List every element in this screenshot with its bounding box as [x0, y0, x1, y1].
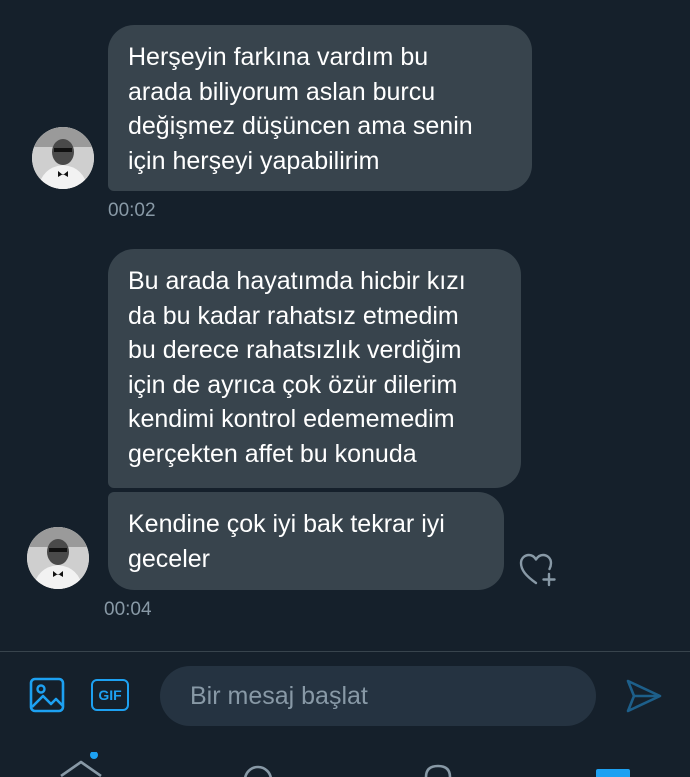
message-bubble[interactable]: Kendine çok iyi bak tekrar iyi geceler	[108, 492, 504, 590]
avatar[interactable]	[27, 527, 89, 589]
message-composer: GIF Bir mesaj başlat	[0, 652, 690, 752]
heart-plus-icon[interactable]	[518, 552, 558, 588]
avatar-image	[27, 527, 89, 589]
avatar-image	[32, 127, 94, 189]
dm-conversation: Herşeyin farkına vardım bu arada biliyor…	[0, 0, 690, 777]
home-icon[interactable]	[58, 751, 104, 777]
send-icon[interactable]	[625, 678, 663, 714]
gif-button[interactable]: GIF	[91, 679, 129, 711]
search-icon[interactable]	[240, 752, 276, 777]
image-icon[interactable]	[29, 677, 65, 713]
gif-label: GIF	[98, 687, 122, 703]
message-bubble[interactable]: Herşeyin farkına vardım bu arada biliyor…	[108, 25, 532, 191]
message-input[interactable]: Bir mesaj başlat	[160, 666, 596, 726]
notifications-icon[interactable]	[420, 752, 456, 777]
message-timestamp: 00:04	[104, 599, 152, 620]
message-bubble[interactable]: Bu arada hayatımda hicbir kızı da bu kad…	[108, 249, 521, 488]
message-timestamp: 00:02	[108, 200, 156, 221]
avatar[interactable]	[32, 127, 94, 189]
messages-icon[interactable]	[594, 752, 632, 777]
bottom-tab-bar	[0, 751, 690, 777]
